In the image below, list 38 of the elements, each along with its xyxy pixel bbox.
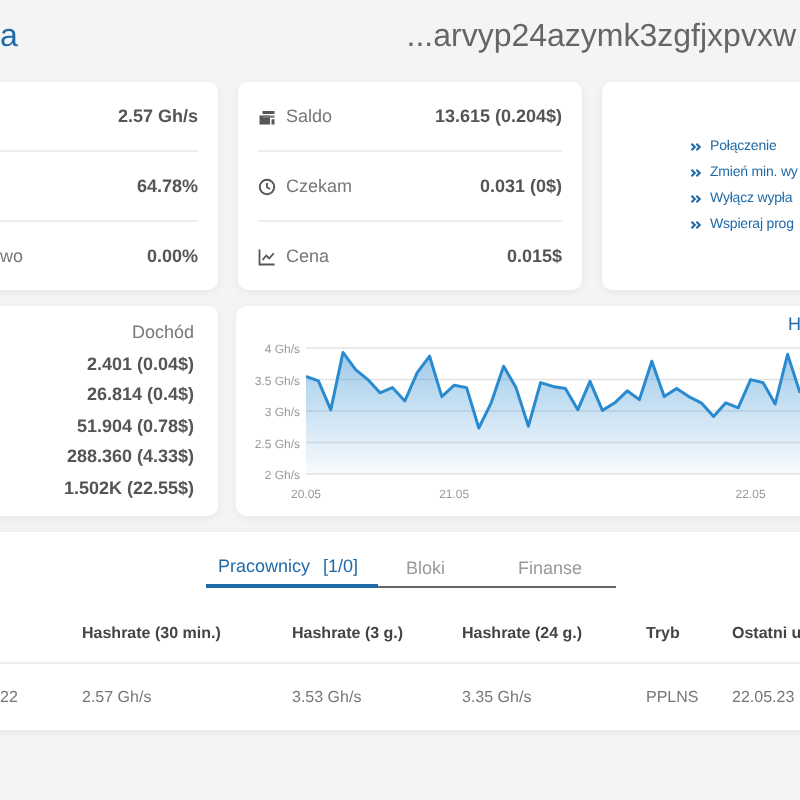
- column-heading: Dochód: [131, 322, 194, 342]
- income-value: 2.401 (0.04$): [86, 352, 194, 378]
- chart-title: H: [788, 314, 800, 334]
- table-cell-text: 3.35 Gh/s: [462, 687, 534, 705]
- income-value: 288.360 (4.33$): [66, 444, 194, 471]
- stat-value: 64.78%: [136, 176, 198, 196]
- wallet-label: Cena: [286, 246, 332, 266]
- table-cell-text: 22: [0, 687, 20, 705]
- column-header: Hashrate (3 g.): [292, 624, 406, 642]
- table-cell-text: 3.53 Gh/s: [292, 687, 364, 705]
- stat-label: wo: [0, 246, 24, 266]
- column-header: Hashrate (24 g.): [462, 624, 585, 642]
- wallet-value: 0.015$: [506, 246, 562, 266]
- income-value: 26.814 (0.4$): [86, 382, 194, 409]
- tab[interactable]: Pracownicy [1/0]: [206, 548, 378, 588]
- wallet-address: ...arvyp24azymk3zgfjxpvxw: [406, 19, 796, 55]
- column-header: Hashrate (30 min.): [82, 624, 223, 642]
- stat-value: 0.00%: [146, 246, 198, 266]
- stat-value: 2.57 Gh/s: [117, 106, 198, 126]
- double-chevron-icon: [690, 142, 702, 153]
- column-header: Ostatni u: [732, 624, 800, 642]
- wallet-label: Saldo: [286, 106, 335, 126]
- double-chevron-icon: [690, 168, 702, 179]
- table-cell-text: 2.57 Gh/s: [82, 687, 154, 705]
- double-chevron-icon: [690, 219, 702, 230]
- table-cell-text: 22.05.23: [732, 687, 797, 705]
- line-chart-icon: [258, 247, 276, 265]
- clock-icon: [258, 177, 276, 195]
- page-title: a: [0, 19, 18, 55]
- column-header: Tryb: [646, 624, 682, 642]
- double-chevron-icon: [690, 193, 702, 204]
- income-value: 1.502K (22.55$): [63, 475, 194, 502]
- wallet-value: 0.031 (0$): [479, 176, 562, 196]
- income-value: 51.904 (0.78$): [76, 413, 194, 440]
- wallet-value: 13.615 (0.204$): [434, 106, 562, 126]
- coins-icon: [258, 107, 276, 125]
- table-cell-text: PPLNS: [646, 687, 701, 705]
- wallet-label: Czekam: [286, 176, 355, 196]
